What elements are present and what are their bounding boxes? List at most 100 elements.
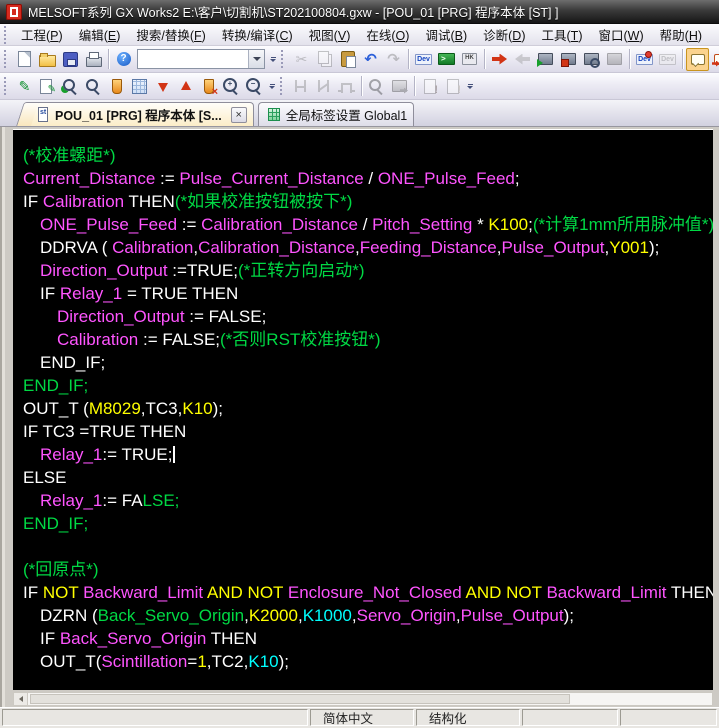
monitor-condition-button[interactable] — [603, 48, 626, 71]
code-token: / — [362, 215, 373, 234]
code-line-12[interactable]: OUT_T (M8029,TC3,K10); — [23, 397, 713, 420]
code-line-5[interactable]: DDRVA ( Calibration,Calibration_Distance… — [23, 236, 713, 259]
write-to-plc-button[interactable] — [488, 48, 511, 71]
code-line-15[interactable]: ELSE — [23, 466, 713, 489]
convert-all-button[interactable] — [36, 75, 59, 98]
menu-item-tools[interactable]: 工具(T) — [534, 23, 591, 46]
menubar-grip[interactable] — [4, 25, 9, 44]
menu-item-online[interactable]: 在线(O) — [358, 23, 417, 46]
jump-button[interactable] — [388, 75, 411, 98]
code-editor[interactable]: (*校准螺距*) Current_Distance := Pulse_Curren… — [13, 129, 713, 690]
help-button[interactable] — [112, 48, 135, 71]
undo-button[interactable] — [359, 48, 382, 71]
toolbar-overflow-icon-3[interactable] — [464, 75, 476, 97]
code-token: TRUE; — [186, 261, 238, 280]
open-project-button[interactable] — [36, 48, 59, 71]
menu-item-help[interactable]: 帮助(H) — [652, 23, 710, 46]
code-line-1[interactable]: (*校准螺距*) — [23, 144, 713, 167]
scroll-left-icon[interactable] — [14, 693, 28, 705]
open-contact-button[interactable] — [289, 75, 312, 98]
close-contact-button[interactable] — [312, 75, 335, 98]
toolbar-grip[interactable] — [4, 77, 9, 95]
code-line-18[interactable] — [23, 535, 713, 558]
bookmark-next-button[interactable] — [151, 75, 174, 98]
device-monitor-icon — [438, 51, 455, 68]
menu-item-convert-compile[interactable]: 转换/编译(C) — [214, 23, 301, 46]
code-line-7[interactable]: IF Relay_1 = TRUE THEN — [23, 282, 713, 305]
statement-display-button[interactable] — [709, 48, 719, 71]
zoom-out-button[interactable] — [243, 75, 266, 98]
menu-item-window[interactable]: 窗口(W) — [590, 23, 651, 46]
code-line-22[interactable]: IF Back_Servo_Origin THEN — [23, 627, 713, 650]
horizontal-scrollbar[interactable] — [13, 692, 713, 706]
print-button[interactable] — [82, 48, 105, 71]
bookmark-list-button[interactable] — [128, 75, 151, 98]
ladder-find-button[interactable] — [365, 75, 388, 98]
code-line-4[interactable]: ONE_Pulse_Feed := Calibration_Distance /… — [23, 213, 713, 236]
menu-item-search-replace[interactable]: 搜索/替换(F) — [128, 23, 213, 46]
menu-item-edit[interactable]: 编辑(E) — [71, 23, 129, 46]
toolbar-main — [0, 46, 719, 73]
menu-item-debug[interactable]: 调试(B) — [417, 23, 475, 46]
code-line-9[interactable]: Calibration := FALSE;(*否则RST校准按钮*) — [23, 328, 713, 351]
find-next-button[interactable] — [59, 75, 82, 98]
code-line-16[interactable]: Relay_1:= FALSE; — [23, 489, 713, 512]
code-line-23[interactable]: OUT_T(Scintillation=1,TC2,K10); — [23, 650, 713, 673]
toolbar-grip[interactable] — [4, 50, 9, 68]
write-to-plc-icon — [491, 51, 508, 68]
new-project-button[interactable] — [13, 48, 36, 71]
tab-global-label-setting[interactable]: 全局标签设置 Global1 — [257, 102, 415, 126]
toolbar-grip[interactable] — [281, 50, 286, 68]
pulse-button[interactable] — [335, 75, 358, 98]
menu-item-diagnostics[interactable]: 诊断(D) — [475, 23, 533, 46]
combo-dropdown-icon[interactable] — [248, 50, 264, 68]
code-token: Relay_1 — [40, 445, 103, 464]
device-display-off-button[interactable] — [656, 48, 679, 71]
code-line-10[interactable]: END_IF; — [23, 351, 713, 374]
code-line-2[interactable]: Current_Distance := Pulse_Current_Distan… — [23, 167, 713, 190]
code-line-17[interactable]: END_IF; — [23, 512, 713, 535]
zoom-in-button[interactable] — [220, 75, 243, 98]
menu-item-view[interactable]: 视图(V) — [301, 23, 359, 46]
input-device-button[interactable] — [458, 48, 481, 71]
code-line-21[interactable]: DZRN (Back_Servo_Origin,K2000,K1000,Serv… — [23, 604, 713, 627]
stop-monitor-button[interactable] — [557, 48, 580, 71]
code-line-13[interactable]: IF TC3 =TRUE THEN — [23, 420, 713, 443]
device-comment-button[interactable] — [412, 48, 435, 71]
code-line-6[interactable]: Direction_Output :=TRUE;(*正转方向启动*) — [23, 259, 713, 282]
save-project-button[interactable] — [59, 48, 82, 71]
window-selector-combo[interactable] — [137, 49, 265, 69]
code-line-3[interactable]: IF Calibration THEN(*如果校准按钮被按下*) — [23, 190, 713, 213]
bookmark-prev-button[interactable] — [174, 75, 197, 98]
program-check-button[interactable] — [418, 75, 441, 98]
read-from-plc-button[interactable] — [511, 48, 534, 71]
bookmark-button[interactable] — [105, 75, 128, 98]
comment-display-button[interactable] — [686, 47, 709, 71]
toolbar-overflow-icon-1[interactable] — [267, 48, 279, 70]
paste-button[interactable] — [336, 48, 359, 71]
copy-button[interactable] — [313, 48, 336, 71]
start-monitor-button[interactable] — [534, 48, 557, 71]
redo-button[interactable] — [382, 48, 405, 71]
code-line-8[interactable]: Direction_Output := FALSE; — [23, 305, 713, 328]
code-line-20[interactable]: IF NOT Backward_Limit AND NOT Enclosure_… — [23, 581, 713, 604]
st-program-icon — [36, 107, 50, 122]
code-line-11[interactable]: END_IF; — [23, 374, 713, 397]
menu-item-project[interactable]: 工程(P) — [13, 23, 71, 46]
device-display-button[interactable] — [633, 48, 656, 71]
cut-button[interactable] — [290, 48, 313, 71]
tab-pou01-program[interactable]: POU_01 [PRG] 程序本体 [S... × — [27, 102, 254, 126]
toolbar-grip[interactable] — [280, 77, 285, 95]
program-check-warning-button[interactable] — [441, 75, 464, 98]
bookmark-clear-button[interactable] — [197, 75, 220, 98]
toolbar-overflow-icon-2[interactable] — [266, 75, 278, 97]
watch-monitor-button[interactable] — [580, 48, 603, 71]
code-line-14[interactable]: Relay_1:= TRUE; — [23, 443, 713, 466]
title-bar[interactable]: MELSOFT系列 GX Works2 E:\客户\切割机\ST20210080… — [0, 0, 719, 24]
tab-close-icon[interactable]: × — [230, 106, 247, 123]
code-line-19[interactable]: (*回原点*) — [23, 558, 713, 581]
convert-button[interactable] — [13, 75, 36, 98]
device-monitor-button[interactable] — [435, 48, 458, 71]
find-replace-button[interactable] — [82, 75, 105, 98]
scrollbar-thumb[interactable] — [30, 694, 570, 704]
